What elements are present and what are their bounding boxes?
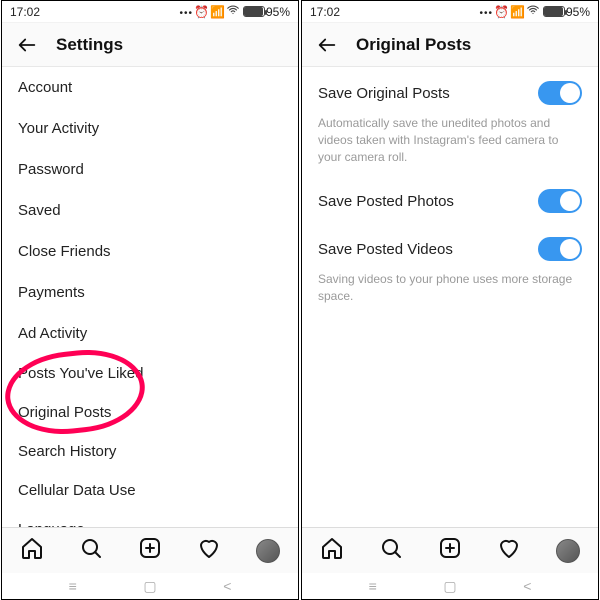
network-dots-icon <box>480 5 494 19</box>
phone-original-posts: 17:02 ⏰ 📶 95% Original Posts Save Origin… <box>301 0 599 600</box>
system-nav: ≡ ▢ < <box>302 573 598 599</box>
option-label: Save Original Posts <box>318 85 450 102</box>
status-right: ⏰ 📶 95% <box>480 3 590 20</box>
signal-icon: 📶 <box>510 5 525 19</box>
profile-avatar[interactable] <box>556 539 580 563</box>
settings-item-close-friends[interactable]: Close Friends <box>2 231 298 272</box>
alarm-icon: ⏰ <box>194 5 209 19</box>
status-right: ⏰ 📶 95% <box>180 3 290 20</box>
sys-back-icon[interactable]: < <box>223 578 231 594</box>
battery-icon <box>243 6 265 17</box>
search-icon[interactable] <box>79 536 103 565</box>
sys-menu-icon[interactable]: ≡ <box>69 578 77 594</box>
home-icon[interactable] <box>320 536 344 565</box>
toggle-save-posted-videos[interactable] <box>538 237 582 261</box>
sys-menu-icon[interactable]: ≡ <box>369 578 377 594</box>
settings-item-saved[interactable]: Saved <box>2 190 298 231</box>
settings-list: Account Your Activity Password Saved Clo… <box>2 67 298 549</box>
battery-pct: 95% <box>566 5 590 19</box>
sys-home-icon[interactable]: ▢ <box>443 578 456 595</box>
page-title: Settings <box>56 35 123 55</box>
settings-item-payments[interactable]: Payments <box>2 272 298 313</box>
option-label: Save Posted Photos <box>318 193 454 210</box>
header: Original Posts <box>302 23 598 67</box>
toggle-save-original-posts[interactable] <box>538 81 582 105</box>
option-description: Saving videos to your phone uses more st… <box>302 271 598 315</box>
phone-settings: 17:02 ⏰ 📶 95% Settings Account Your Acti… <box>1 0 299 600</box>
system-nav: ≡ ▢ < <box>2 573 298 599</box>
back-icon[interactable] <box>16 34 38 56</box>
status-time: 17:02 <box>10 5 40 19</box>
network-dots-icon <box>180 5 194 19</box>
page-title: Original Posts <box>356 35 471 55</box>
activity-icon[interactable] <box>497 536 521 565</box>
sys-home-icon[interactable]: ▢ <box>143 578 156 595</box>
status-bar: 17:02 ⏰ 📶 95% <box>2 1 298 23</box>
header: Settings <box>2 23 298 67</box>
bottom-nav <box>2 527 298 573</box>
settings-item-account[interactable]: Account <box>2 67 298 108</box>
signal-icon: 📶 <box>210 5 225 19</box>
option-save-original-posts: Save Original Posts <box>302 67 598 115</box>
toggle-save-posted-photos[interactable] <box>538 189 582 213</box>
settings-item-ad-activity[interactable]: Ad Activity <box>2 313 298 354</box>
settings-item-original-posts[interactable]: Original Posts <box>2 393 298 432</box>
option-description: Automatically save the unedited photos a… <box>302 115 598 175</box>
home-icon[interactable] <box>20 536 44 565</box>
status-time: 17:02 <box>310 5 340 19</box>
settings-item-cellular-data-use[interactable]: Cellular Data Use <box>2 471 298 510</box>
bottom-nav <box>302 527 598 573</box>
battery-icon <box>543 6 565 17</box>
profile-avatar[interactable] <box>256 539 280 563</box>
option-label: Save Posted Videos <box>318 241 453 258</box>
settings-item-posts-youve-liked[interactable]: Posts You've Liked <box>2 354 298 393</box>
settings-item-your-activity[interactable]: Your Activity <box>2 108 298 149</box>
new-post-icon[interactable] <box>438 536 462 565</box>
wifi-icon <box>226 3 240 20</box>
back-icon[interactable] <box>316 34 338 56</box>
sys-back-icon[interactable]: < <box>523 578 531 594</box>
new-post-icon[interactable] <box>138 536 162 565</box>
settings-item-search-history[interactable]: Search History <box>2 432 298 471</box>
alarm-icon: ⏰ <box>494 5 509 19</box>
search-icon[interactable] <box>379 536 403 565</box>
battery-pct: 95% <box>266 5 290 19</box>
status-bar: 17:02 ⏰ 📶 95% <box>302 1 598 23</box>
settings-item-password[interactable]: Password <box>2 149 298 190</box>
option-save-posted-photos: Save Posted Photos <box>302 175 598 223</box>
wifi-icon <box>526 3 540 20</box>
activity-icon[interactable] <box>197 536 221 565</box>
option-save-posted-videos: Save Posted Videos <box>302 223 598 271</box>
